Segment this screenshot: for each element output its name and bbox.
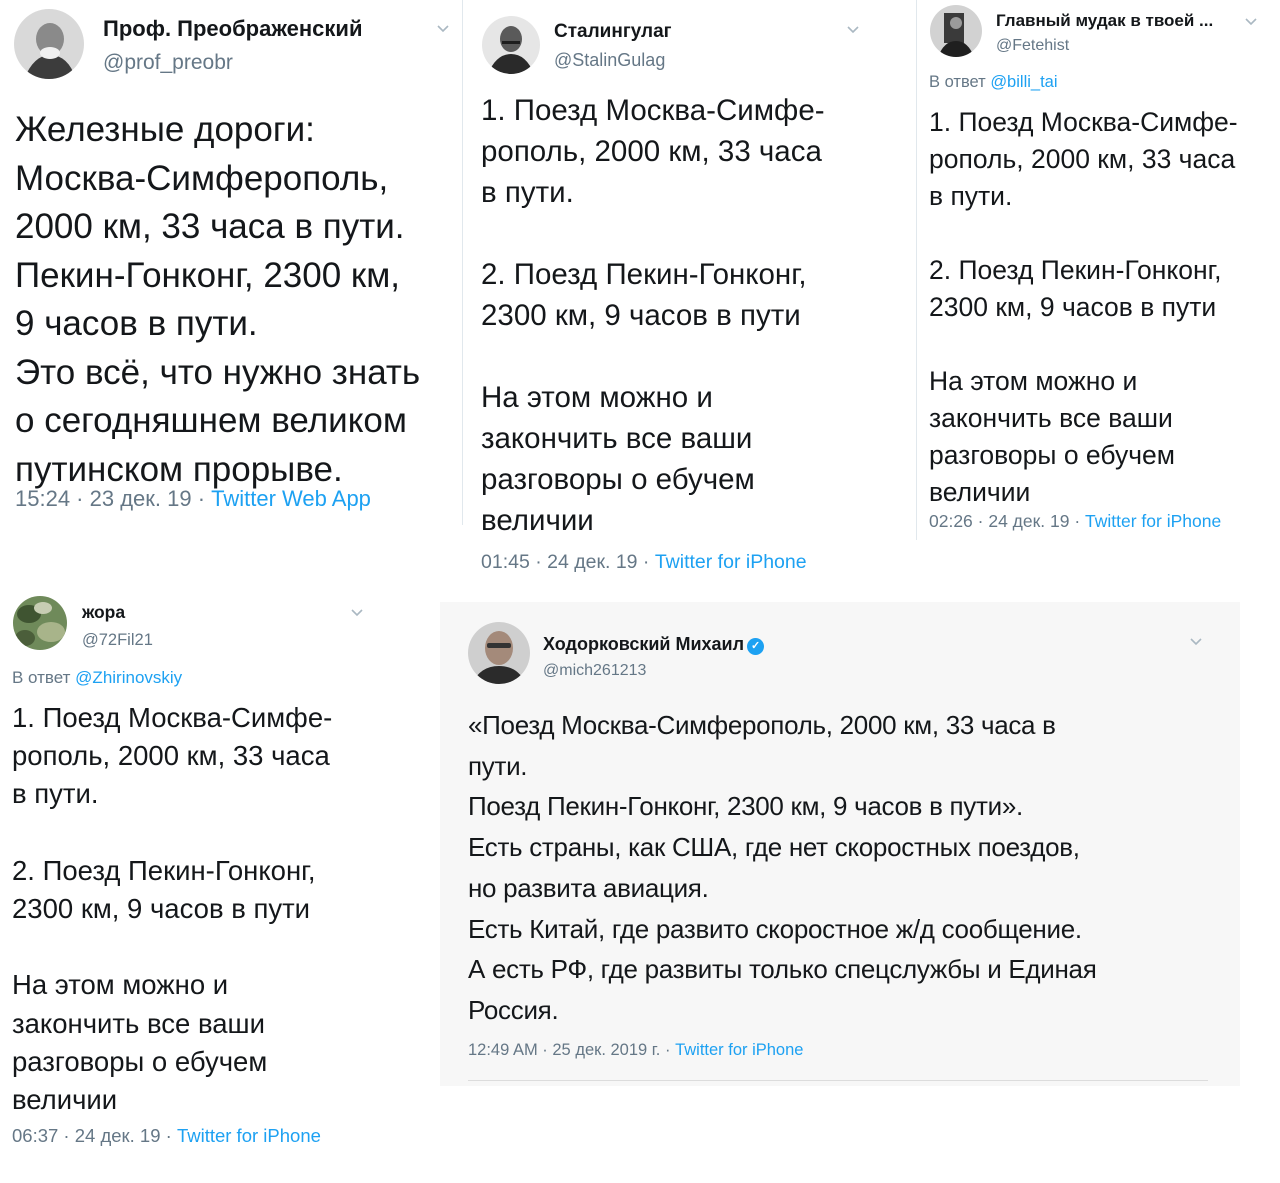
avatar[interactable] [482, 16, 540, 74]
author-name[interactable]: Главный мудак в твоей ... [996, 11, 1213, 31]
verified-badge-icon: ✓ [747, 638, 765, 655]
tweet-source-link[interactable]: Twitter for iPhone [1085, 511, 1221, 531]
tweet-source-link[interactable]: Twitter for iPhone [655, 551, 807, 573]
tweet-time[interactable]: 02:26 · 24 дек. 19 · [929, 511, 1085, 531]
author-handle[interactable]: @StalinGulag [554, 50, 665, 71]
tweet-stalingulag[interactable]: Сталингулаг @StalinGulag 1. Поезд Москва… [466, 0, 914, 585]
tweet-khodorkovsky[interactable]: Ходорковский Михаил ✓ @mich261213 «Поезд … [440, 602, 1240, 1086]
divider [462, 0, 463, 525]
divider [468, 1080, 1208, 1081]
reply-to-link[interactable]: @billi_tai [990, 73, 1057, 91]
chevron-down-icon[interactable] [1244, 17, 1258, 27]
author-name-text[interactable]: Ходорковский Михаил [543, 634, 744, 654]
tweet-zhora[interactable]: жора @72Fil21 В ответ @Zhirinovskiy 1. П… [0, 588, 378, 1150]
chevron-down-icon[interactable] [1189, 637, 1203, 647]
tweet-fetehist[interactable]: Главный мудак в твоей ... @Fetehist В от… [918, 0, 1280, 545]
chevron-down-icon[interactable] [436, 24, 450, 34]
tweet-time[interactable]: 01:45 · 24 дек. 19 · [481, 551, 655, 573]
author-name[interactable]: Ходорковский Михаил ✓ [543, 634, 765, 655]
tweet-text: 1. Поезд Москва-Симфе- рополь, 2000 км, … [12, 702, 333, 1116]
author-name[interactable]: жора [82, 602, 125, 623]
author-name[interactable]: Проф. Преображенский [103, 16, 362, 42]
tweet-source-link[interactable]: Twitter for iPhone [177, 1125, 321, 1146]
reply-prefix: В ответ [12, 668, 76, 687]
reply-to-link[interactable]: @Zhirinovskiy [75, 668, 182, 687]
tweet-text: Железные дороги: Москва-Симферополь, 200… [15, 110, 421, 489]
tweet-source-link[interactable]: Twitter Web App [211, 486, 371, 511]
author-handle[interactable]: @mich261213 [543, 662, 646, 680]
divider [916, 0, 917, 540]
avatar[interactable] [14, 9, 84, 79]
avatar[interactable] [13, 596, 67, 650]
author-handle[interactable]: @72Fil21 [82, 631, 153, 650]
tweet-meta: 02:26 · 24 дек. 19 · Twitter for iPhone [929, 511, 1221, 532]
reply-context: В ответ @Zhirinovskiy [12, 668, 182, 688]
tweet-text: 1. Поезд Москва-Симфе- рополь, 2000 км, … [481, 94, 825, 537]
tweet-time[interactable]: 06:37 · 24 дек. 19 · [12, 1125, 177, 1146]
author-handle[interactable]: @Fetehist [996, 37, 1069, 55]
tweet-meta: 01:45 · 24 дек. 19 · Twitter for iPhone [481, 551, 807, 574]
tweet-time[interactable]: 12:49 AM · 25 дек. 2019 г. · [468, 1041, 675, 1059]
reply-context: В ответ @billi_tai [929, 73, 1058, 92]
tweet-text: 1. Поезд Москва-Симфе- рополь, 2000 км, … [929, 107, 1238, 507]
chevron-down-icon[interactable] [846, 25, 860, 35]
tweet-prof-preobr[interactable]: Проф. Преображенский @prof_preobr Железн… [0, 0, 462, 525]
chevron-down-icon[interactable] [350, 608, 364, 618]
tweet-meta: 06:37 · 24 дек. 19 · Twitter for iPhone [12, 1125, 321, 1147]
tweet-meta: 15:24 · 23 дек. 19 · Twitter Web App [15, 486, 371, 512]
tweet-meta: 12:49 AM · 25 дек. 2019 г. · Twitter for… [468, 1041, 803, 1060]
tweet-text: «Поезд Москва-Симферополь, 2000 км, 33 ч… [468, 710, 1097, 1025]
avatar[interactable] [468, 622, 530, 684]
author-handle[interactable]: @prof_preobr [103, 51, 233, 75]
tweet-time[interactable]: 15:24 · 23 дек. 19 · [15, 486, 211, 511]
avatar[interactable] [930, 5, 982, 57]
reply-prefix: В ответ [929, 73, 991, 91]
tweet-source-link[interactable]: Twitter for iPhone [675, 1041, 803, 1059]
author-name[interactable]: Сталингулаг [554, 21, 672, 43]
